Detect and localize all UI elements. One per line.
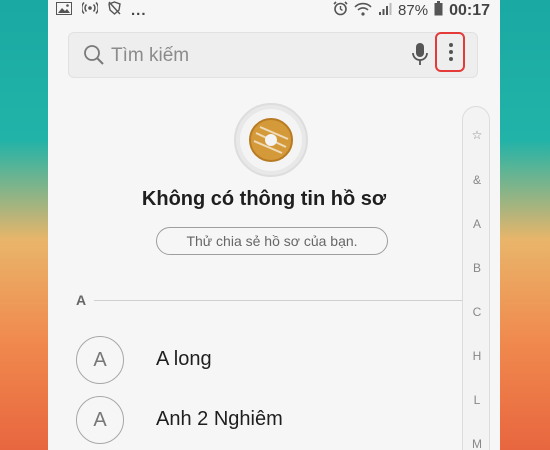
contact-avatar: A	[76, 336, 124, 384]
hotspot-icon	[81, 1, 99, 19]
index-letter-h[interactable]: H	[463, 349, 491, 363]
right-backdrop	[500, 0, 550, 450]
battery-icon	[434, 1, 443, 20]
index-letter-c[interactable]: C	[463, 305, 491, 319]
contact-name: Anh 2 Nghiêm	[156, 408, 283, 430]
battery-percent: 87%	[398, 2, 429, 19]
status-bar: ... 87% 00:17	[48, 0, 500, 22]
section-header-letter: A	[76, 292, 87, 308]
more-notifications: ...	[131, 1, 147, 19]
alphabet-index-scroller[interactable]: ☆ & A B C H L M	[462, 106, 490, 450]
search-bar[interactable]	[68, 32, 478, 78]
security-icon	[108, 1, 121, 19]
contact-list-item[interactable]: A A long	[76, 336, 456, 386]
microphone-icon[interactable]	[411, 42, 429, 73]
clock: 00:17	[449, 1, 490, 19]
contact-name: A long	[156, 348, 212, 370]
index-letter-m[interactable]: M	[463, 437, 491, 450]
index-letter-b[interactable]: B	[463, 261, 491, 275]
left-backdrop	[0, 0, 48, 450]
donut-icon	[240, 109, 302, 171]
index-letter-l[interactable]: L	[463, 393, 491, 407]
search-input[interactable]	[109, 41, 373, 71]
contact-avatar: A	[76, 396, 124, 444]
profile-title: Không có thông tin hồ sơ	[141, 188, 387, 210]
profile-avatar[interactable]	[234, 103, 308, 177]
wifi-icon	[354, 2, 372, 20]
section-divider	[94, 300, 462, 301]
index-symbol[interactable]: &	[463, 173, 491, 187]
more-options-icon	[449, 43, 453, 47]
index-favorites-star-icon[interactable]: ☆	[463, 128, 491, 142]
phone-screen: ... 87% 00:17 Tìm kiếm Không có thông ti…	[48, 0, 500, 450]
alarm-icon	[333, 1, 348, 20]
share-profile-button[interactable]: Thử chia sẻ hồ sơ của bạn.	[156, 227, 388, 255]
signal-icon	[378, 2, 392, 20]
gallery-icon	[56, 1, 72, 19]
more-options-button[interactable]	[435, 32, 465, 72]
contact-list-item[interactable]: A Anh 2 Nghiêm	[76, 396, 456, 446]
search-icon	[83, 44, 105, 71]
index-letter-a[interactable]: A	[463, 217, 491, 231]
